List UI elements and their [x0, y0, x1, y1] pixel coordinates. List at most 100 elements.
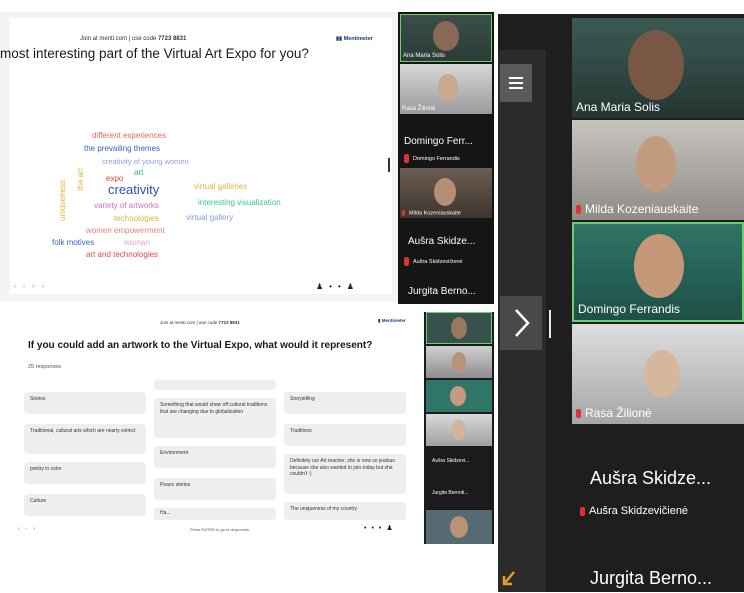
participant-name: Milda Kozeniauskaite — [576, 202, 698, 216]
video-tile[interactable]: Domingo Ferrandis — [572, 222, 744, 322]
participant-name: Milda Kozeniauskaite — [402, 209, 461, 216]
participant-strip-bottom: Aušra Skidzevi... Jurgita Bernoti... — [424, 312, 494, 544]
mic-muted-icon — [404, 154, 409, 163]
word: virtual gallery — [186, 213, 234, 222]
slide-nav-controls[interactable]: ‹▫› — [18, 526, 41, 532]
join-code: 7723 8831 — [157, 36, 187, 42]
word: women empowerment — [86, 226, 165, 235]
panel-divider — [549, 310, 551, 338]
word: woman — [124, 238, 150, 247]
participant-name-card: Aušra Skidzevi... — [432, 458, 470, 464]
participant-name-small: Aušra Skidzevičienė — [404, 257, 463, 266]
response-card: Peace stories — [154, 478, 276, 500]
home-icon[interactable]: ○ — [22, 284, 32, 290]
grid-icon[interactable]: ○ — [32, 284, 42, 290]
user-count-icon: ♟ — [346, 282, 360, 291]
video-tile[interactable]: Milda Kozeniauskaite — [400, 168, 492, 218]
video-tile[interactable] — [426, 414, 492, 446]
chat-icon: • — [337, 282, 347, 291]
word: folk motives — [52, 238, 95, 247]
video-tile[interactable] — [426, 312, 492, 344]
mic-muted-icon — [580, 506, 585, 516]
response-card: Storytelling — [284, 392, 406, 414]
participant-name-card: Jurgita Berno... — [408, 286, 476, 297]
bar-chart-icon: ▮ — [378, 318, 381, 323]
chevron-right-icon — [515, 309, 530, 337]
slide-nav-controls[interactable]: ‹○○○ — [14, 284, 51, 290]
video-tile[interactable] — [426, 510, 492, 544]
response-card: The uniqueness of my country — [284, 502, 406, 520]
participant-name: Ana Maria Solis — [403, 53, 446, 59]
mic-muted-icon — [402, 209, 405, 216]
participant-avatar — [636, 136, 676, 192]
video-tile[interactable]: Rasa Žilionė — [400, 64, 492, 114]
word: interesting visualization — [198, 198, 281, 207]
video-tile[interactable]: Ana Maria Solis — [572, 18, 744, 118]
heart-icon: • — [329, 282, 338, 291]
mentimeter-logo: ▮ Mentimeter — [378, 318, 406, 323]
response-card: Ha... — [154, 508, 276, 520]
slide-divider — [388, 158, 390, 172]
settings-icon[interactable]: ○ — [41, 284, 51, 290]
video-tile[interactable]: Milda Kozeniauskaite — [572, 120, 744, 220]
expand-arrow-icon — [502, 571, 515, 586]
participant-avatar — [628, 30, 684, 100]
response-card: Stories — [24, 392, 146, 414]
word: art — [134, 168, 144, 177]
wordcloud-question: most interesting part of the Virtual Art… — [0, 46, 309, 61]
participant-name-card: Domingo Ferr... — [404, 136, 473, 147]
responses-question: If you could add an artwork to the Virtu… — [28, 340, 373, 351]
mic-muted-icon — [576, 205, 581, 215]
participant-name: Rasa Žilionė — [402, 106, 436, 112]
reaction-icons: ♟••♟ — [316, 282, 360, 291]
participant-name-card: Aušra Skidze... — [408, 236, 476, 247]
word: variety of artworks — [94, 201, 159, 210]
mic-muted-icon — [576, 409, 581, 419]
participant-name: Rasa Žilionė — [576, 406, 652, 420]
video-tile[interactable] — [426, 380, 492, 412]
participant-name-card: Jurgita Berno... — [590, 568, 713, 588]
footer-hint: Press ENTER to go to responses — [190, 527, 249, 532]
word: the art — [76, 168, 85, 191]
arrow-left-icon[interactable]: ‹ — [14, 284, 22, 290]
menu-button[interactable] — [500, 64, 532, 102]
expand-button[interactable] — [500, 564, 520, 588]
join-bar: Join at menti.com | use code 7723 8831 — [160, 320, 240, 325]
chat-icon: • — [371, 525, 379, 532]
participant-avatar — [451, 317, 467, 339]
word: creativity — [108, 182, 160, 197]
participant-avatar — [434, 178, 456, 206]
video-tile[interactable] — [426, 346, 492, 378]
participant-name-small: Domingo Ferrandis — [404, 154, 460, 163]
person-icon: ♟ — [316, 282, 330, 291]
word: virtual galleries — [194, 182, 248, 191]
video-tile[interactable]: Rasa Žilionė — [572, 324, 744, 424]
participant-name: Domingo Ferrandis — [578, 302, 681, 316]
participant-avatar — [450, 516, 468, 538]
participant-name-card: Jurgita Bernoti... — [432, 490, 469, 496]
arrow-right-icon[interactable]: › — [33, 526, 41, 532]
arrow-left-icon[interactable]: ‹ — [18, 526, 26, 532]
word: art and technologies — [86, 250, 159, 259]
word: different experiences — [92, 131, 167, 140]
response-card: Culture — [24, 494, 146, 516]
word: creativity of young women — [102, 157, 189, 166]
response-card: Something that would show off cultural t… — [154, 398, 276, 438]
join-bar: Join at menti.com | use code 7723 8831 — [80, 36, 186, 42]
participant-avatar — [433, 21, 459, 51]
participant-name-small: Aušra Skidzevičienė — [580, 505, 688, 517]
participant-name: Ana Maria Solis — [576, 100, 661, 114]
participant-name-card: Aušra Skidze... — [590, 468, 712, 488]
word: uniqueness — [58, 180, 67, 221]
word: technologies — [114, 214, 159, 223]
participant-avatar — [450, 386, 466, 406]
response-card: Environment — [154, 446, 276, 468]
response-card: Traditions — [284, 424, 406, 446]
response-card: Traditional, cultural arts which are nea… — [24, 424, 146, 454]
mentimeter-logo: ▮▮ Mentimeter — [336, 36, 373, 42]
participant-strip-top: Ana Maria Solis Rasa Žilionė Domingo Fer… — [398, 12, 494, 304]
join-text: Join at menti.com | use code — [80, 36, 157, 42]
response-card-partial — [154, 380, 276, 390]
video-tile[interactable]: Ana Maria Solis — [400, 14, 492, 62]
next-page-button[interactable] — [500, 296, 542, 350]
